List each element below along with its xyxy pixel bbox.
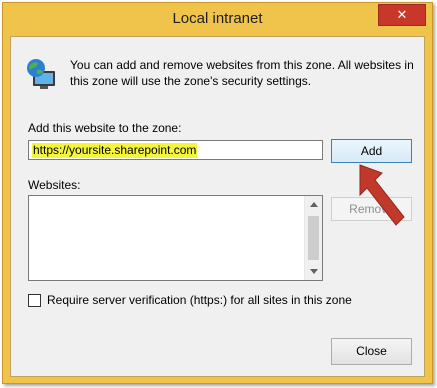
server-verification-option[interactable]: Require server verification (https:) for… — [28, 293, 352, 307]
scroll-down-icon[interactable] — [305, 263, 322, 280]
globe-computer-icon — [27, 59, 55, 89]
website-input-value: https://yoursite.sharepoint.com — [32, 143, 198, 158]
server-verification-checkbox[interactable] — [28, 293, 41, 307]
window-close-button[interactable]: ✕ — [378, 4, 426, 26]
close-icon: ✕ — [396, 7, 408, 22]
annotation-arrow — [359, 164, 405, 226]
dialog-window: Local intranet ✕ You can add and remove … — [2, 2, 433, 384]
dialog-body: You can add and remove websites from thi… — [10, 36, 425, 377]
title-bar: Local intranet ✕ — [3, 3, 432, 36]
add-website-label: Add this website to the zone: — [28, 121, 182, 135]
websites-list[interactable] — [28, 195, 323, 281]
close-button[interactable]: Close — [331, 338, 412, 365]
dialog-title: Local intranet — [172, 10, 263, 27]
websites-scrollbar[interactable] — [304, 196, 322, 280]
scroll-thumb[interactable] — [308, 216, 319, 260]
websites-label: Websites: — [28, 178, 81, 192]
intro-text: You can add and remove websites from thi… — [70, 58, 414, 88]
website-input[interactable]: https://yoursite.sharepoint.com — [28, 140, 323, 160]
scroll-up-icon[interactable] — [305, 196, 322, 213]
server-verification-label: Require server verification (https:) for… — [47, 293, 352, 307]
